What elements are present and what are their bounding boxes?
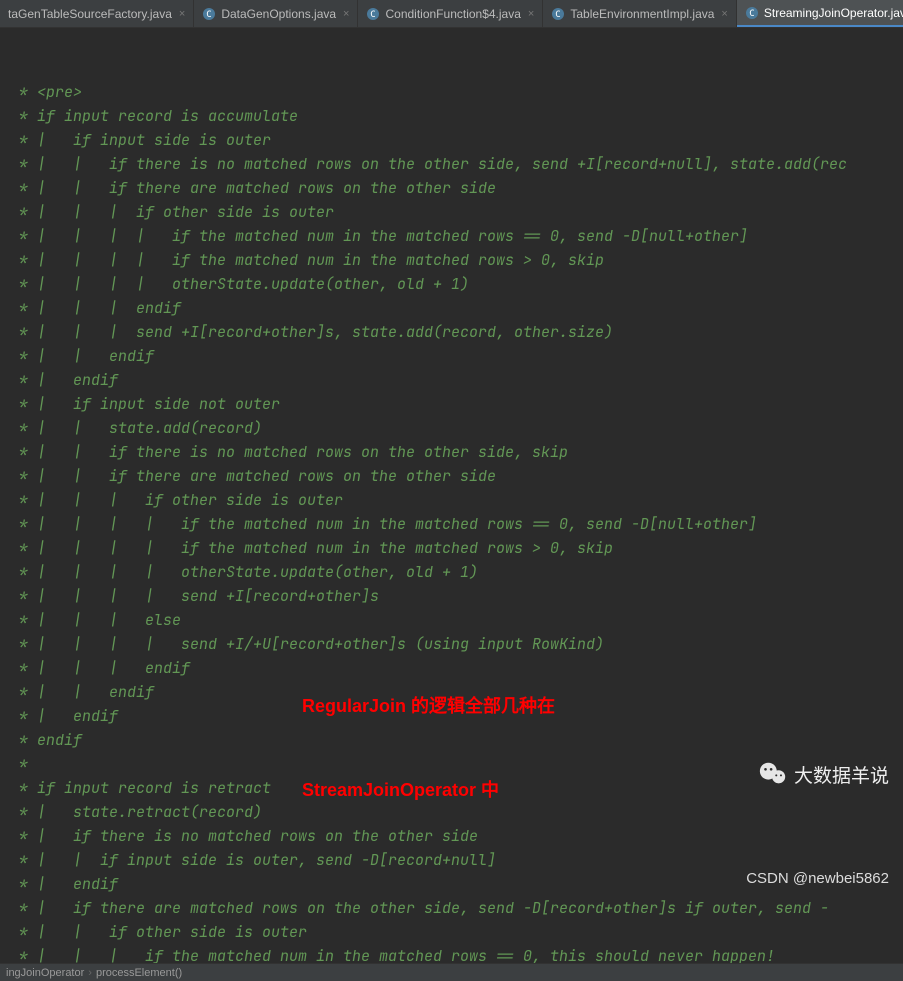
- class-icon: C: [366, 7, 380, 21]
- close-icon[interactable]: ×: [528, 8, 534, 20]
- code-line: * | | if there is no matched rows on the…: [10, 152, 893, 176]
- code-line: * | | | if other side is outer: [10, 200, 893, 224]
- class-icon: C: [202, 7, 216, 21]
- code-line: * | | | | if the matched num in the matc…: [10, 224, 893, 248]
- file-tab-0[interactable]: taGenTableSourceFactory.java ×: [0, 0, 194, 27]
- file-tab-label: taGenTableSourceFactory.java: [8, 7, 172, 21]
- class-icon: C: [551, 7, 565, 21]
- file-tab-label: DataGenOptions.java: [221, 7, 336, 21]
- wechat-icon: [716, 734, 788, 819]
- svg-text:C: C: [556, 10, 561, 20]
- code-line: * | | | send +I[record+other]s, state.ad…: [10, 320, 893, 344]
- code-line: * | | | if other side is outer: [10, 488, 893, 512]
- file-tab-label: ConditionFunction$4.java: [385, 7, 520, 21]
- file-tab-2[interactable]: C ConditionFunction$4.java ×: [358, 0, 543, 27]
- code-line: * | | | | if the matched num in the matc…: [10, 248, 893, 272]
- watermark: 大数据羊说 CSDN @newbei5862: [716, 686, 889, 939]
- breadcrumb-item[interactable]: processElement(): [96, 967, 182, 979]
- annotation-overlay: RegularJoin 的逻辑全部几种在 StreamJoinOperator …: [302, 636, 555, 860]
- code-line: * | if input side is outer: [10, 128, 893, 152]
- code-line: * | | | | otherState.update(other, old +…: [10, 272, 893, 296]
- class-icon: C: [745, 6, 759, 20]
- annotation-line-2: StreamJoinOperator 中: [302, 776, 555, 804]
- code-line: * | | state.add(record): [10, 416, 893, 440]
- watermark-author: CSDN @newbei5862: [716, 867, 889, 891]
- code-line: * | | endif: [10, 344, 893, 368]
- code-line: * | | if there are matched rows on the o…: [10, 464, 893, 488]
- breadcrumb-item[interactable]: ingJoinOperator: [6, 967, 84, 979]
- file-tab-3[interactable]: C TableEnvironmentImpl.java ×: [543, 0, 737, 27]
- code-line: * | | | | otherState.update(other, old +…: [10, 560, 893, 584]
- code-line: * | | | if the matched num in the matche…: [10, 944, 893, 963]
- code-line: * | | | | if the matched num in the matc…: [10, 512, 893, 536]
- code-editor[interactable]: * <pre> * if input record is accumulate …: [0, 28, 903, 963]
- code-line: * if input record is accumulate: [10, 104, 893, 128]
- code-line: * | if input side not outer: [10, 392, 893, 416]
- code-line: * | | | | send +I[record+other]s: [10, 584, 893, 608]
- annotation-line-1: RegularJoin 的逻辑全部几种在: [302, 692, 555, 720]
- svg-text:C: C: [207, 10, 212, 20]
- chevron-right-icon: ›: [88, 967, 92, 979]
- svg-text:C: C: [371, 10, 376, 20]
- close-icon[interactable]: ×: [179, 8, 185, 20]
- svg-text:C: C: [749, 9, 754, 19]
- close-icon[interactable]: ×: [721, 8, 727, 20]
- code-line: * | | | else: [10, 608, 893, 632]
- code-line: * | | | | if the matched num in the matc…: [10, 536, 893, 560]
- code-line: * | endif: [10, 368, 893, 392]
- watermark-title: 大数据羊说: [794, 765, 889, 789]
- code-line: * <pre>: [10, 80, 893, 104]
- file-tab-4[interactable]: C StreamingJoinOperator.java ×: [737, 0, 903, 27]
- code-line: * | | if there is no matched rows on the…: [10, 440, 893, 464]
- breadcrumb[interactable]: ingJoinOperator › processElement(): [0, 963, 903, 981]
- file-tab-1[interactable]: C DataGenOptions.java ×: [194, 0, 358, 27]
- file-tab-label: TableEnvironmentImpl.java: [570, 7, 714, 21]
- file-tab-label: StreamingJoinOperator.java: [764, 6, 903, 20]
- close-icon[interactable]: ×: [343, 8, 349, 20]
- code-line: * | | | endif: [10, 296, 893, 320]
- tab-bar: taGenTableSourceFactory.java × C DataGen…: [0, 0, 903, 28]
- code-line: * | | if there are matched rows on the o…: [10, 176, 893, 200]
